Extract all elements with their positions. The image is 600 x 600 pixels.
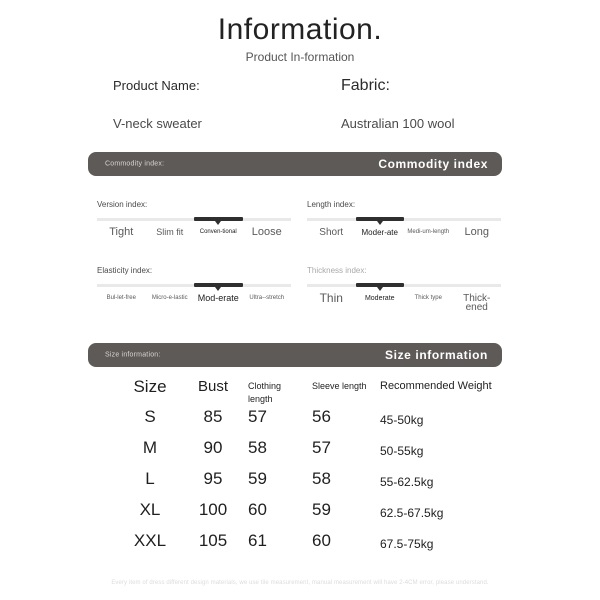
table-header-row: Size Bust Clothing length Sleeve length … <box>0 377 600 410</box>
thickness-index-group: Thickness index: Thin Moderate Thick typ… <box>307 266 501 320</box>
fabric-value: Australian 100 wool <box>341 116 455 131</box>
version-option-0[interactable]: Tight <box>97 227 145 238</box>
thickness-index-marker-icon <box>376 287 383 291</box>
cell-recommended-weight: 55-62.5kg <box>380 475 434 489</box>
page-title: Information. <box>217 13 383 46</box>
product-name-value: V-neck sweater <box>113 116 202 131</box>
cell-bust: 105 <box>198 531 228 550</box>
length-option-2[interactable]: Medi-um-length <box>404 228 452 237</box>
cell-recommended-weight: 45-50kg <box>380 413 424 427</box>
cell-bust: 95 <box>203 469 223 488</box>
version-option-1[interactable]: Slim fit <box>146 228 194 237</box>
thickness-index-title: Thickness index: <box>307 266 367 275</box>
cell-sleeve-length: 58 <box>312 469 331 488</box>
cell-bust: 85 <box>203 407 223 426</box>
length-index-marker-icon <box>376 221 383 225</box>
cell-size: M <box>142 438 158 457</box>
elasticity-option-0[interactable]: Bul-let-free <box>97 294 145 303</box>
page-subtitle: Product In-formation <box>245 50 355 64</box>
commodity-banner-right-label: Commodity index <box>378 157 488 171</box>
length-index-group: Length index: Short Moder-ate Medi-um-le… <box>307 200 501 254</box>
page-header: Information. Product In-formation <box>0 12 600 64</box>
cell-recommended-weight: 62.5-67.5kg <box>380 506 444 520</box>
cell-sleeve-length: 60 <box>312 531 331 550</box>
elasticity-index-track[interactable] <box>97 283 291 291</box>
fabric-block: Fabric: Australian 100 wool <box>341 78 454 132</box>
length-index-title: Length index: <box>307 200 356 209</box>
commodity-banner-left-label: Commodity index: <box>105 160 165 168</box>
length-option-3[interactable]: Long <box>453 227 501 238</box>
cell-bust: 90 <box>203 438 223 457</box>
product-name-block: Product Name: V-neck sweater <box>113 78 202 132</box>
cell-size: XXL <box>133 531 167 550</box>
size-information-banner: Size information: Size information <box>88 343 502 367</box>
table-row: S 85 57 56 45-50kg <box>0 407 600 441</box>
version-index-marker-icon <box>215 221 222 225</box>
cell-recommended-weight: 67.5-75kg <box>380 537 434 551</box>
thickness-index-options: Thin Moderate Thick type Thick-ened <box>307 292 501 320</box>
product-name-label: Product Name: <box>113 78 200 93</box>
version-index-track[interactable] <box>97 217 291 225</box>
elasticity-option-2[interactable]: Mod-erate <box>194 294 242 303</box>
version-index-options: Tight Slim fit Conven-tional Loose <box>97 227 291 254</box>
product-summary: Product Name: V-neck sweater Fabric: Aus… <box>0 78 600 138</box>
version-option-3[interactable]: Loose <box>243 227 291 238</box>
elasticity-index-group: Elasticity index: Bul-let-free Micro-e-l… <box>97 266 291 320</box>
cell-size: L <box>145 469 155 488</box>
thickness-option-1[interactable]: Moderate <box>356 294 404 303</box>
length-index-track[interactable] <box>307 217 501 225</box>
cell-size: XL <box>139 500 161 519</box>
elasticity-option-1[interactable]: Micro-e-lastic <box>146 294 194 303</box>
cell-bust: 100 <box>198 500 228 519</box>
version-option-2[interactable]: Conven-tional <box>194 228 242 237</box>
version-index-group: Version index: Tight Slim fit Conven-tio… <box>97 200 291 254</box>
table-row: XXL 105 61 60 67.5-75kg <box>0 531 600 565</box>
cell-sleeve-length: 57 <box>312 438 331 457</box>
header-recommended-weight: Recommended Weight <box>380 380 492 392</box>
fabric-label: Fabric: <box>341 77 390 94</box>
cell-size: S <box>144 407 156 426</box>
header-sleeve-length: Sleeve length <box>312 381 367 391</box>
measurement-disclaimer: Every item of dress different design mat… <box>111 580 489 586</box>
length-index-options: Short Moder-ate Medi-um-length Long <box>307 227 501 254</box>
thickness-option-2[interactable]: Thick type <box>404 294 452 303</box>
cell-clothing-length: 60 <box>248 500 267 519</box>
header-bust: Bust <box>197 378 228 395</box>
cell-clothing-length: 57 <box>248 407 267 426</box>
header-clothing-length: Clothing length <box>248 381 282 404</box>
thickness-option-0[interactable]: Thin <box>307 292 355 304</box>
cell-clothing-length: 58 <box>248 438 267 457</box>
elasticity-index-marker-icon <box>215 287 222 291</box>
commodity-index-banner: Commodity index: Commodity index <box>88 152 502 176</box>
header-size: Size <box>133 377 167 396</box>
elasticity-index-options: Bul-let-free Micro-e-lastic Mod-erate Ul… <box>97 294 291 320</box>
cell-sleeve-length: 59 <box>312 500 331 519</box>
cell-sleeve-length: 56 <box>312 407 331 426</box>
cell-clothing-length: 59 <box>248 469 267 488</box>
size-banner-right-label: Size information <box>385 348 488 362</box>
table-row: L 95 59 58 55-62.5kg <box>0 469 600 503</box>
size-banner-left-label: Size information: <box>105 351 161 359</box>
thickness-index-track[interactable] <box>307 283 501 291</box>
product-information-page: Information. Product In-formation Produc… <box>0 0 600 600</box>
thickness-option-3[interactable]: Thick-ened <box>453 294 501 313</box>
size-table: Size Bust Clothing length Sleeve length … <box>0 377 600 565</box>
version-index-title: Version index: <box>97 200 148 209</box>
table-row: XL 100 60 59 62.5-67.5kg <box>0 500 600 534</box>
cell-clothing-length: 61 <box>248 531 267 550</box>
cell-recommended-weight: 50-55kg <box>380 444 424 458</box>
table-row: M 90 58 57 50-55kg <box>0 438 600 472</box>
length-option-1[interactable]: Moder-ate <box>356 228 404 237</box>
elasticity-option-3[interactable]: Ultra--stretch <box>243 294 291 303</box>
length-option-0[interactable]: Short <box>307 228 355 238</box>
elasticity-index-title: Elasticity index: <box>97 266 153 275</box>
